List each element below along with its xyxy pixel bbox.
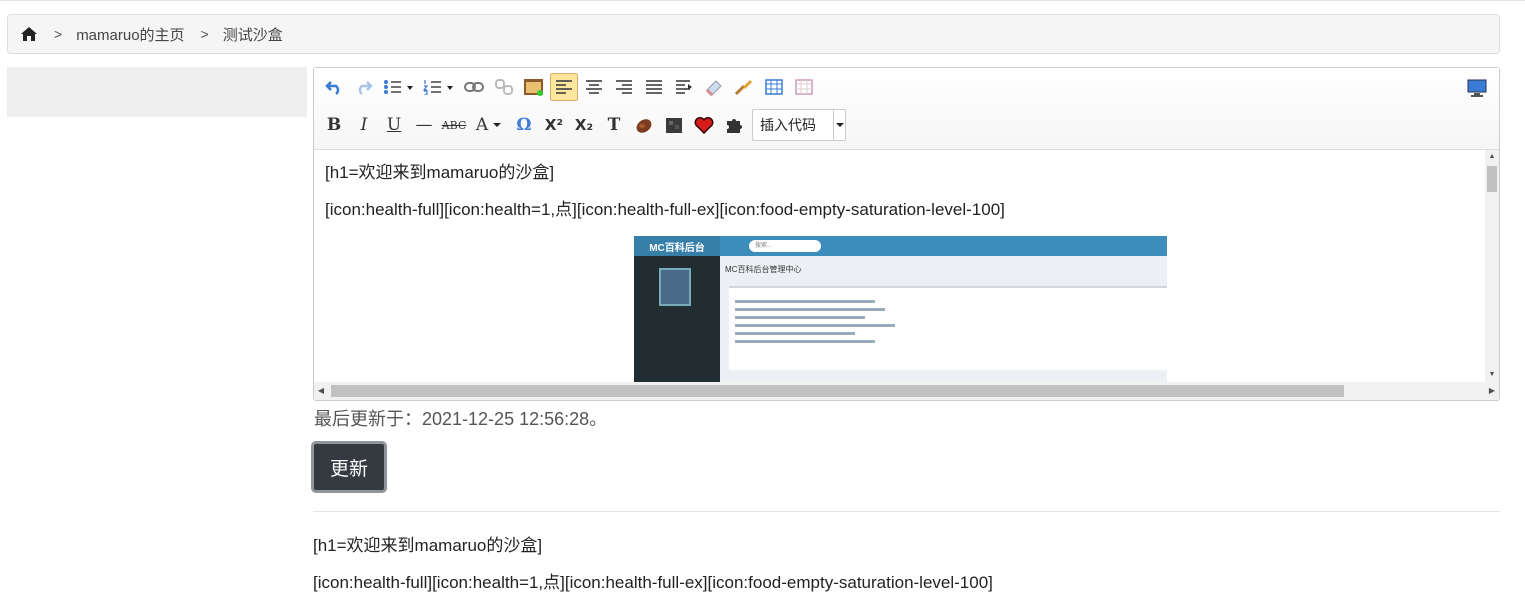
align-right-icon[interactable] — [610, 73, 638, 101]
align-left-icon[interactable] — [550, 73, 578, 101]
indent-icon[interactable] — [670, 73, 698, 101]
eraser-icon[interactable] — [700, 73, 728, 101]
embedded-sidebar — [634, 256, 720, 382]
font-color-button[interactable]: A — [470, 111, 508, 139]
embedded-brand: MC百科后台 — [634, 236, 720, 256]
align-justify-icon[interactable] — [640, 73, 668, 101]
breadcrumb-item-sandbox: 测试沙盒 — [222, 26, 283, 44]
editor-content[interactable]: [h1=欢迎来到mamaruo的沙盒] [icon:health-full][i… — [314, 150, 1485, 382]
scroll-up-icon[interactable]: ▲ — [1485, 150, 1499, 164]
rich-text-editor: B I U — ABC A Ω X² X₂ T 插入代码 [h1=欢迎来到mam… — [313, 67, 1500, 401]
avatar — [659, 268, 691, 306]
toolbar-row-2: B I U — ABC A Ω X² X₂ T 插入代码 — [320, 109, 846, 141]
scroll-thumb[interactable] — [1487, 166, 1497, 192]
font-color-label: A — [475, 115, 489, 135]
unlink-icon[interactable] — [490, 73, 518, 101]
insert-code-label: 插入代码 — [760, 117, 816, 133]
special-char-button[interactable]: Ω — [510, 111, 538, 139]
editor-line: [h1=欢迎来到mamaruo的沙盒] — [325, 163, 555, 182]
preview-line: [icon:health-full][icon:health=1,点][icon… — [313, 573, 993, 592]
update-button[interactable]: 更新 — [311, 441, 387, 493]
align-center-icon[interactable] — [580, 73, 608, 101]
insert-code-select[interactable]: 插入代码 — [752, 109, 846, 141]
bold-button[interactable]: B — [320, 111, 348, 139]
format-brush-icon[interactable] — [730, 73, 758, 101]
scroll-thumb[interactable] — [331, 385, 1344, 397]
embedded-title: MC百科后台管理中心 — [725, 265, 802, 274]
puzzle-icon[interactable] — [720, 111, 748, 139]
toolbar-row-1 — [320, 72, 820, 102]
horizontal-rule-button[interactable]: — — [410, 111, 438, 139]
preview-line: [h1=欢迎来到mamaruo的沙盒] — [313, 536, 543, 555]
redo-icon[interactable] — [350, 73, 378, 101]
embedded-main: MC百科后台管理中心 — [720, 256, 1167, 382]
chevron-down-icon — [833, 110, 845, 140]
food-icon[interactable] — [630, 111, 658, 139]
remove-format-button[interactable]: T — [600, 111, 628, 139]
editor-line: [icon:health-full][icon:health=1,点][icon… — [325, 200, 1005, 219]
scroll-down-icon[interactable]: ▼ — [1485, 368, 1499, 382]
fullscreen-icon[interactable] — [1463, 74, 1491, 102]
embedded-screenshot: MC百科后台 搜索... MC百科后台管理中心 — [634, 236, 1167, 382]
ordered-list-icon[interactable] — [420, 73, 458, 101]
embedded-panel — [729, 286, 1167, 370]
sidebar-panel — [7, 67, 307, 117]
image-icon[interactable] — [520, 73, 548, 101]
breadcrumb-item-home-page[interactable]: mamaruo的主页 — [76, 24, 184, 45]
vertical-scrollbar[interactable]: ▲ ▼ — [1485, 150, 1499, 382]
subscript-button[interactable]: X₂ — [570, 111, 598, 139]
strikethrough-button[interactable]: ABC — [440, 111, 468, 139]
editor-toolbar: B I U — ABC A Ω X² X₂ T 插入代码 — [314, 68, 1499, 150]
block-icon[interactable] — [660, 111, 688, 139]
preview-content: [h1=欢迎来到mamaruo的沙盒] [icon:health-full][i… — [313, 535, 993, 607]
top-divider — [0, 0, 1525, 1]
home-icon[interactable] — [20, 26, 38, 42]
unordered-list-icon[interactable] — [380, 73, 418, 101]
heart-icon[interactable] — [690, 111, 718, 139]
table-delete-icon[interactable] — [790, 73, 818, 101]
table-icon[interactable] — [760, 73, 788, 101]
last-updated-text: 最后更新于：2021-12-25 12:56:28。 — [314, 409, 608, 429]
breadcrumb-separator: > — [54, 26, 63, 42]
link-icon[interactable] — [460, 73, 488, 101]
breadcrumb-separator: > — [200, 26, 209, 42]
breadcrumb: > mamaruo的主页 > 测试沙盒 — [7, 14, 1500, 54]
underline-button[interactable]: U — [380, 111, 408, 139]
horizontal-scrollbar[interactable]: ◀ ▶ — [314, 382, 1499, 400]
divider — [313, 511, 1500, 512]
italic-button[interactable]: I — [350, 111, 378, 139]
scroll-right-icon[interactable]: ▶ — [1485, 382, 1499, 400]
superscript-button[interactable]: X² — [540, 111, 568, 139]
embedded-search: 搜索... — [749, 240, 821, 252]
scroll-left-icon[interactable]: ◀ — [314, 382, 328, 400]
undo-icon[interactable] — [320, 73, 348, 101]
